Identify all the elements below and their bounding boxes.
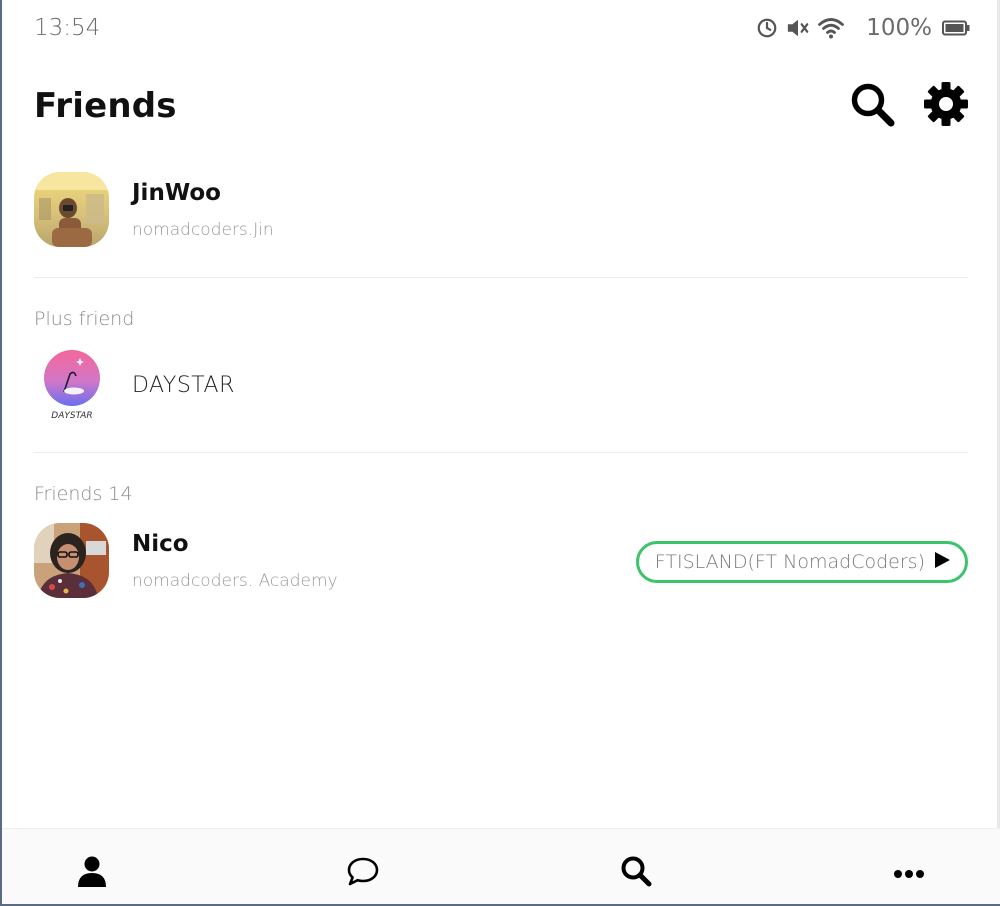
page-title: Friends bbox=[34, 86, 177, 126]
wifi-icon bbox=[818, 17, 845, 39]
settings-button[interactable] bbox=[922, 82, 970, 130]
plus-friend-section-title: Plus friend bbox=[34, 308, 135, 330]
my-profile-row[interactable]: JinWoo nomadcoders.Jin bbox=[34, 172, 968, 247]
play-icon bbox=[933, 551, 951, 574]
tab-more[interactable] bbox=[891, 855, 927, 891]
alarm-icon bbox=[756, 17, 778, 39]
app-window: 13:54 100% Friends JinWoo nomadcoders.Ji… bbox=[0, 0, 1000, 906]
music-title: FTISLAND(FT NomadCoders) bbox=[654, 551, 925, 573]
person-icon bbox=[77, 855, 107, 891]
friend-status: nomadcoders. Academy bbox=[132, 570, 338, 591]
friend-avatar bbox=[34, 523, 109, 598]
search-icon bbox=[620, 855, 652, 891]
battery-icon bbox=[942, 20, 970, 36]
more-icon bbox=[893, 864, 925, 883]
tab-bar bbox=[2, 828, 1000, 904]
status-icons: 100% bbox=[756, 15, 970, 41]
friend-text: Nico nomadcoders. Academy bbox=[132, 531, 338, 591]
daystar-logo: DAYSTAR bbox=[34, 348, 109, 423]
plus-friend-row[interactable]: DAYSTAR DAYSTAR bbox=[34, 348, 968, 423]
header-actions bbox=[848, 82, 970, 130]
plus-friend-name: DAYSTAR bbox=[132, 373, 235, 398]
status-bar: 13:54 100% bbox=[34, 12, 970, 44]
divider bbox=[34, 277, 968, 278]
my-profile-text: JinWoo nomadcoders.Jin bbox=[132, 180, 274, 240]
chat-bubble-icon bbox=[347, 856, 379, 890]
friend-name: Nico bbox=[132, 530, 189, 557]
tab-friends[interactable] bbox=[74, 855, 110, 891]
my-username: nomadcoders.Jin bbox=[132, 219, 274, 240]
divider bbox=[34, 452, 968, 453]
my-avatar bbox=[34, 172, 109, 247]
search-icon bbox=[849, 81, 895, 131]
my-name: JinWoo bbox=[132, 179, 221, 206]
gear-icon bbox=[923, 81, 969, 131]
music-badge[interactable]: FTISLAND(FT NomadCoders) bbox=[635, 541, 968, 583]
search-button[interactable] bbox=[848, 82, 896, 130]
friends-section-title: Friends 14 bbox=[34, 483, 133, 505]
status-time: 13:54 bbox=[34, 15, 101, 41]
battery-percent: 100% bbox=[866, 15, 932, 41]
tab-search[interactable] bbox=[618, 855, 654, 891]
tab-chats[interactable] bbox=[345, 855, 381, 891]
mute-icon bbox=[786, 17, 810, 39]
header: Friends bbox=[34, 78, 970, 134]
daystar-logo-text: DAYSTAR bbox=[51, 411, 92, 421]
